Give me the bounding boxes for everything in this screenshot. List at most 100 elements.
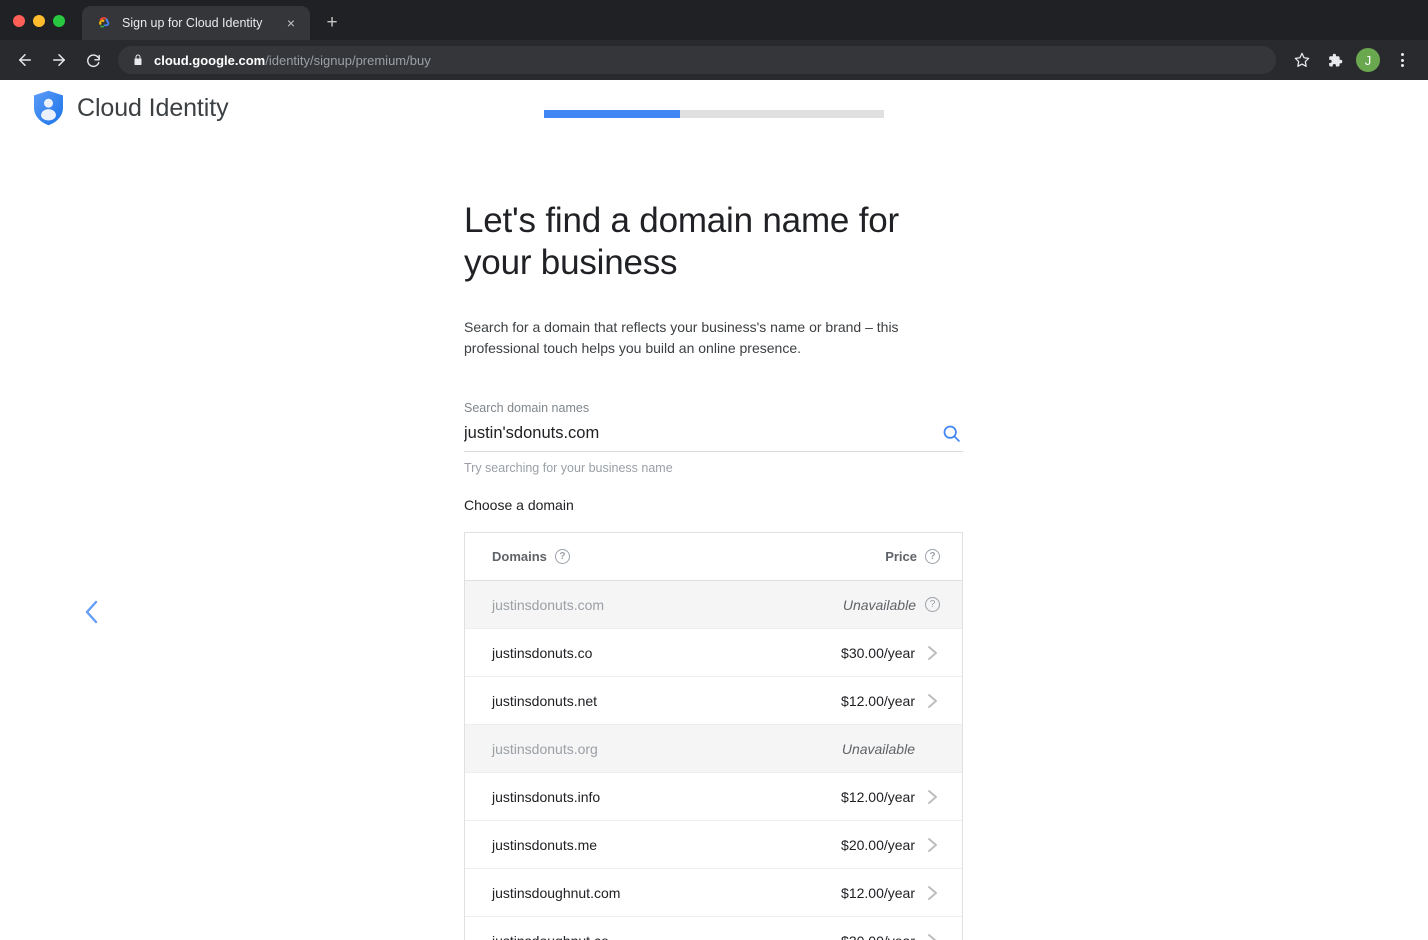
row-spacer (924, 741, 940, 757)
chevron-right-icon (927, 693, 937, 708)
domain-name: justinsdoughnut.co (492, 933, 609, 940)
bookmark-button[interactable] (1288, 46, 1316, 74)
select-domain-button[interactable] (924, 789, 940, 805)
column-header-price: Price ? (885, 549, 940, 564)
domain-price: $20.00/year (841, 836, 915, 853)
chevron-left-icon (85, 600, 98, 624)
new-tab-button[interactable]: + (318, 9, 346, 37)
table-row[interactable]: justinsdoughnut.com $12.00/year (465, 869, 962, 917)
select-domain-button[interactable] (924, 645, 940, 661)
domain-price: $12.00/year (841, 788, 915, 805)
chevron-right-icon (927, 645, 937, 660)
reload-icon (86, 53, 100, 67)
brand-name: Cloud Identity (77, 93, 229, 122)
table-row[interactable]: justinsdonuts.me $20.00/year (465, 821, 962, 869)
row-right-group: $20.00/year (841, 837, 940, 853)
table-row[interactable]: justinsdonuts.net $12.00/year (465, 677, 962, 725)
table-header-row: Domains ? Price ? (465, 533, 962, 581)
tab-title: Sign up for Cloud Identity (122, 16, 263, 30)
select-domain-button[interactable] (924, 933, 940, 940)
select-domain-button[interactable] (924, 885, 940, 901)
domain-status-badge: Unavailable (841, 740, 915, 757)
browser-menu-button[interactable] (1388, 46, 1416, 74)
chevron-right-icon (927, 885, 937, 900)
search-hint-text: Try searching for your business name (464, 461, 673, 475)
select-domain-button[interactable] (924, 837, 940, 853)
row-right-group: $12.00/year (841, 885, 940, 901)
lock-icon (134, 54, 142, 65)
domain-name: justinsdonuts.org (492, 740, 598, 757)
profile-avatar[interactable]: J (1356, 48, 1380, 72)
tab-strip: Sign up for Cloud Identity × + (0, 0, 1428, 40)
page-title: Let's find a domain name for your busine… (464, 201, 899, 282)
column-header-domains-label: Domains (492, 549, 547, 564)
reload-button[interactable] (78, 45, 108, 75)
browser-toolbar: cloud.google.com/identity/signup/premium… (0, 40, 1428, 80)
domain-name: justinsdonuts.co (492, 644, 593, 661)
progress-fill (544, 110, 680, 118)
domain-name: justinsdonuts.com (492, 596, 605, 613)
search-icon (943, 425, 960, 442)
back-button[interactable] (10, 45, 40, 75)
domain-price: $12.00/year (841, 884, 915, 901)
column-header-price-label: Price (885, 549, 917, 564)
row-right-group: $12.00/year (841, 789, 940, 805)
table-row[interactable]: justinsdonuts.co $30.00/year (465, 629, 962, 677)
choose-domain-label: Choose a domain (464, 497, 574, 513)
puzzle-piece-icon (1328, 53, 1342, 66)
search-button[interactable] (939, 421, 963, 445)
search-input-label: Search domain names (464, 401, 590, 415)
table-row: justinsdonuts.org Unavailable (465, 725, 962, 773)
domains-help-icon[interactable]: ? (554, 549, 570, 564)
minimize-window-button[interactable] (33, 15, 45, 27)
window-controls (13, 15, 65, 27)
signup-progress-bar (544, 110, 884, 118)
address-bar[interactable]: cloud.google.com/identity/signup/premium… (118, 46, 1276, 74)
main-content: Let's find a domain name for your busine… (464, 200, 963, 940)
forward-button[interactable] (44, 45, 74, 75)
table-row[interactable]: justinsdonuts.info $12.00/year (465, 773, 962, 821)
maximize-window-button[interactable] (53, 15, 65, 27)
price-help-icon[interactable]: ? (925, 549, 940, 564)
search-input-row (464, 421, 963, 452)
browser-tab[interactable]: Sign up for Cloud Identity × (82, 6, 310, 40)
star-icon (1294, 52, 1310, 67)
google-cloud-icon (99, 17, 110, 28)
table-body: justinsdonuts.com Unavailable? justinsdonu… (465, 581, 962, 940)
table-row[interactable]: justinsdoughnut.co $30.00/year (465, 917, 962, 940)
column-header-domains: Domains ? (492, 549, 570, 564)
select-domain-button[interactable] (924, 693, 940, 709)
row-right-group: Unavailable (842, 741, 940, 757)
url-path: /identity/signup/premium/buy (265, 52, 431, 68)
page-subtitle: Search for a domain that reflects your b… (464, 319, 899, 356)
chevron-right-icon (927, 837, 937, 852)
kebab-menu-icon (1400, 53, 1404, 67)
chevron-right-icon (927, 789, 937, 804)
domain-price: $12.00/year (841, 692, 915, 709)
domain-results-table: Domains ? Price ? justinsdonuts.com Unava… (464, 532, 963, 940)
arrow-left-icon (19, 54, 31, 66)
close-window-button[interactable] (13, 15, 25, 27)
domain-price: $30.00/year (841, 644, 915, 661)
domain-status-badge: Unavailable (842, 596, 916, 613)
domain-price: $30.00/year (841, 933, 915, 940)
url-host: cloud.google.com (154, 52, 266, 68)
row-right-group: $30.00/year (841, 933, 940, 940)
extensions-button[interactable] (1320, 46, 1348, 74)
close-tab-icon[interactable]: × (282, 14, 300, 32)
domain-name: justinsdonuts.net (492, 692, 598, 709)
domain-search-field: Search domain names Try searching for yo… (464, 401, 963, 475)
domain-name: justinsdonuts.me (492, 836, 598, 853)
cloud-identity-brand: Cloud Identity (33, 90, 229, 126)
browser-window: Sign up for Cloud Identity × + cloud.goo… (0, 0, 1428, 940)
back-step-button[interactable] (72, 592, 112, 632)
domain-name: justinsdonuts.info (492, 788, 601, 805)
row-right-group: $30.00/year (841, 645, 940, 661)
unavailable-help-icon[interactable]: ? (925, 597, 940, 612)
search-input[interactable] (464, 423, 931, 443)
domain-name: justinsdoughnut.com (492, 884, 621, 901)
row-right-group: $12.00/year (841, 693, 940, 709)
table-row: justinsdonuts.com Unavailable? (465, 581, 962, 629)
shield-person-icon (34, 90, 63, 126)
chevron-right-icon (927, 933, 937, 940)
